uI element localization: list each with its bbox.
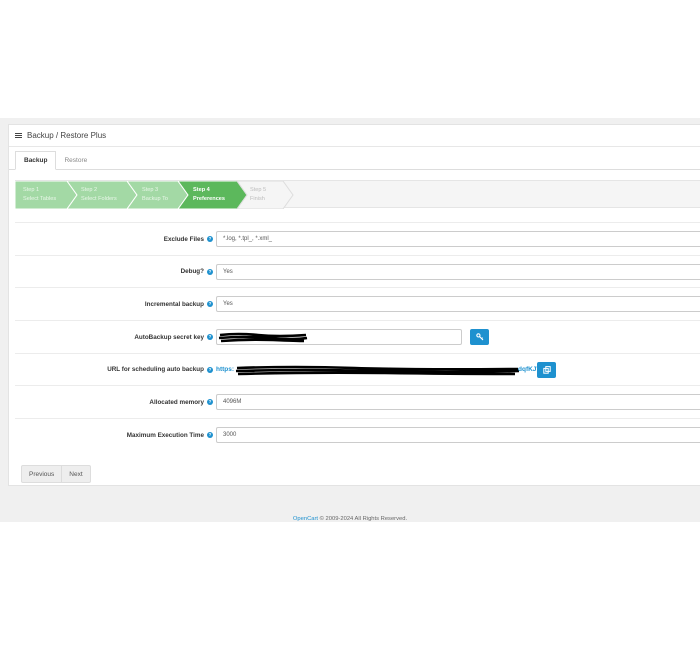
exclude-files-label: Exclude Files? [163,235,213,243]
question-circle-icon[interactable]: ? [207,268,213,275]
incremental-select[interactable]: Yes [216,296,700,313]
form-row-incremental: Incremental backup? Yes [15,287,700,320]
exec-time-input[interactable]: 3000 [216,427,700,444]
question-circle-icon[interactable]: ? [207,366,213,373]
exec-time-label: Maximum Execution Time? [126,431,213,439]
wizard-step-4[interactable]: Step 4 Preferences [193,186,225,203]
key-icon [475,333,483,341]
step-2-subtitle: Select Folders [81,195,117,202]
wizard-step-3[interactable]: Step 3 Backup To [142,186,168,203]
step-4-title: Step 4 [193,187,210,193]
schedule-url-label: URL for scheduling auto backup? [107,366,213,374]
step-3-subtitle: Backup To [142,195,169,202]
debug-label: Debug?? [180,268,213,276]
memory-input[interactable]: 4096M [216,394,700,411]
admin-content-area: Backup / Restore Plus Backup Restore Ste… [0,118,700,522]
form-row-exclude-files: Exclude Files? *.log, *.tpl_, *.xml_ [15,222,700,255]
question-circle-icon[interactable]: ? [207,399,213,406]
opencart-link[interactable]: OpenCart [293,516,318,522]
form-row-debug: Debug?? Yes [15,254,700,288]
step-5-subtitle: Finish [250,195,265,202]
redaction-scribble [218,332,308,343]
footer-copyright: © 2009-2024 All Rights Reserved. [318,516,408,522]
question-circle-icon[interactable]: ? [207,334,213,341]
copy-icon [542,365,551,374]
wizard-step-5[interactable]: Step 5 Finish [250,186,266,203]
previous-button[interactable]: Previous [22,466,61,482]
form-row-memory: Allocated memory? 4096M [15,385,700,418]
tab-bar: Backup Restore [15,151,95,170]
copy-url-button[interactable] [537,361,556,378]
incremental-label: Incremental backup? [144,300,213,308]
next-button[interactable]: Next [61,466,89,482]
form-row-secret-key: AutoBackup secret key? [15,320,700,353]
wizard-step-1[interactable]: Step 1 Select Tables [23,186,56,203]
step-wizard: Step 1 Select Tables Step 2 Select Folde… [15,180,700,209]
step-4-subtitle: Preferences [193,195,226,202]
panel-heading: Backup / Restore Plus [9,125,700,147]
tab-restore[interactable]: Restore [56,151,95,170]
question-circle-icon[interactable]: ? [207,432,213,439]
step-1-subtitle: Select Tables [23,195,57,202]
form-row-exec-time: Maximum Execution Time? 3000 [15,418,700,451]
wizard-pager: Previous Next [21,465,91,483]
preferences-form: Exclude Files? *.log, *.tpl_, *.xml_ Deb… [15,222,700,451]
tab-backup[interactable]: Backup [15,151,57,170]
panel-title: Backup / Restore Plus [27,131,107,140]
question-circle-icon[interactable]: ? [207,301,213,308]
step-2-title: Step 2 [81,187,98,193]
page-footer: OpenCart © 2009-2024 All Rights Reserved… [0,516,700,522]
wizard-step-2[interactable]: Step 2 Select Folders [81,186,117,203]
step-wizard-arrows [15,181,294,209]
step-1-title: Step 1 [23,187,40,193]
form-row-schedule-url: URL for scheduling auto backup? https: d… [15,352,700,386]
step-5-title: Step 5 [250,187,267,193]
step-3-title: Step 3 [142,187,159,193]
redaction-scribble [235,365,520,376]
debug-select[interactable]: Yes [216,263,700,280]
tab-divider [9,169,700,170]
top-blank-area [0,0,700,118]
generate-key-button[interactable] [470,329,489,346]
question-circle-icon[interactable]: ? [207,236,213,242]
memory-label: Allocated memory? [149,398,213,406]
list-icon [15,132,22,139]
secret-key-label: AutoBackup secret key? [134,333,213,341]
exclude-files-input[interactable]: *.log, *.tpl_, *.xml_ [216,231,700,247]
backup-panel: Backup / Restore Plus Backup Restore Ste… [8,124,700,486]
schedule-url-link[interactable]: https: [216,354,234,386]
